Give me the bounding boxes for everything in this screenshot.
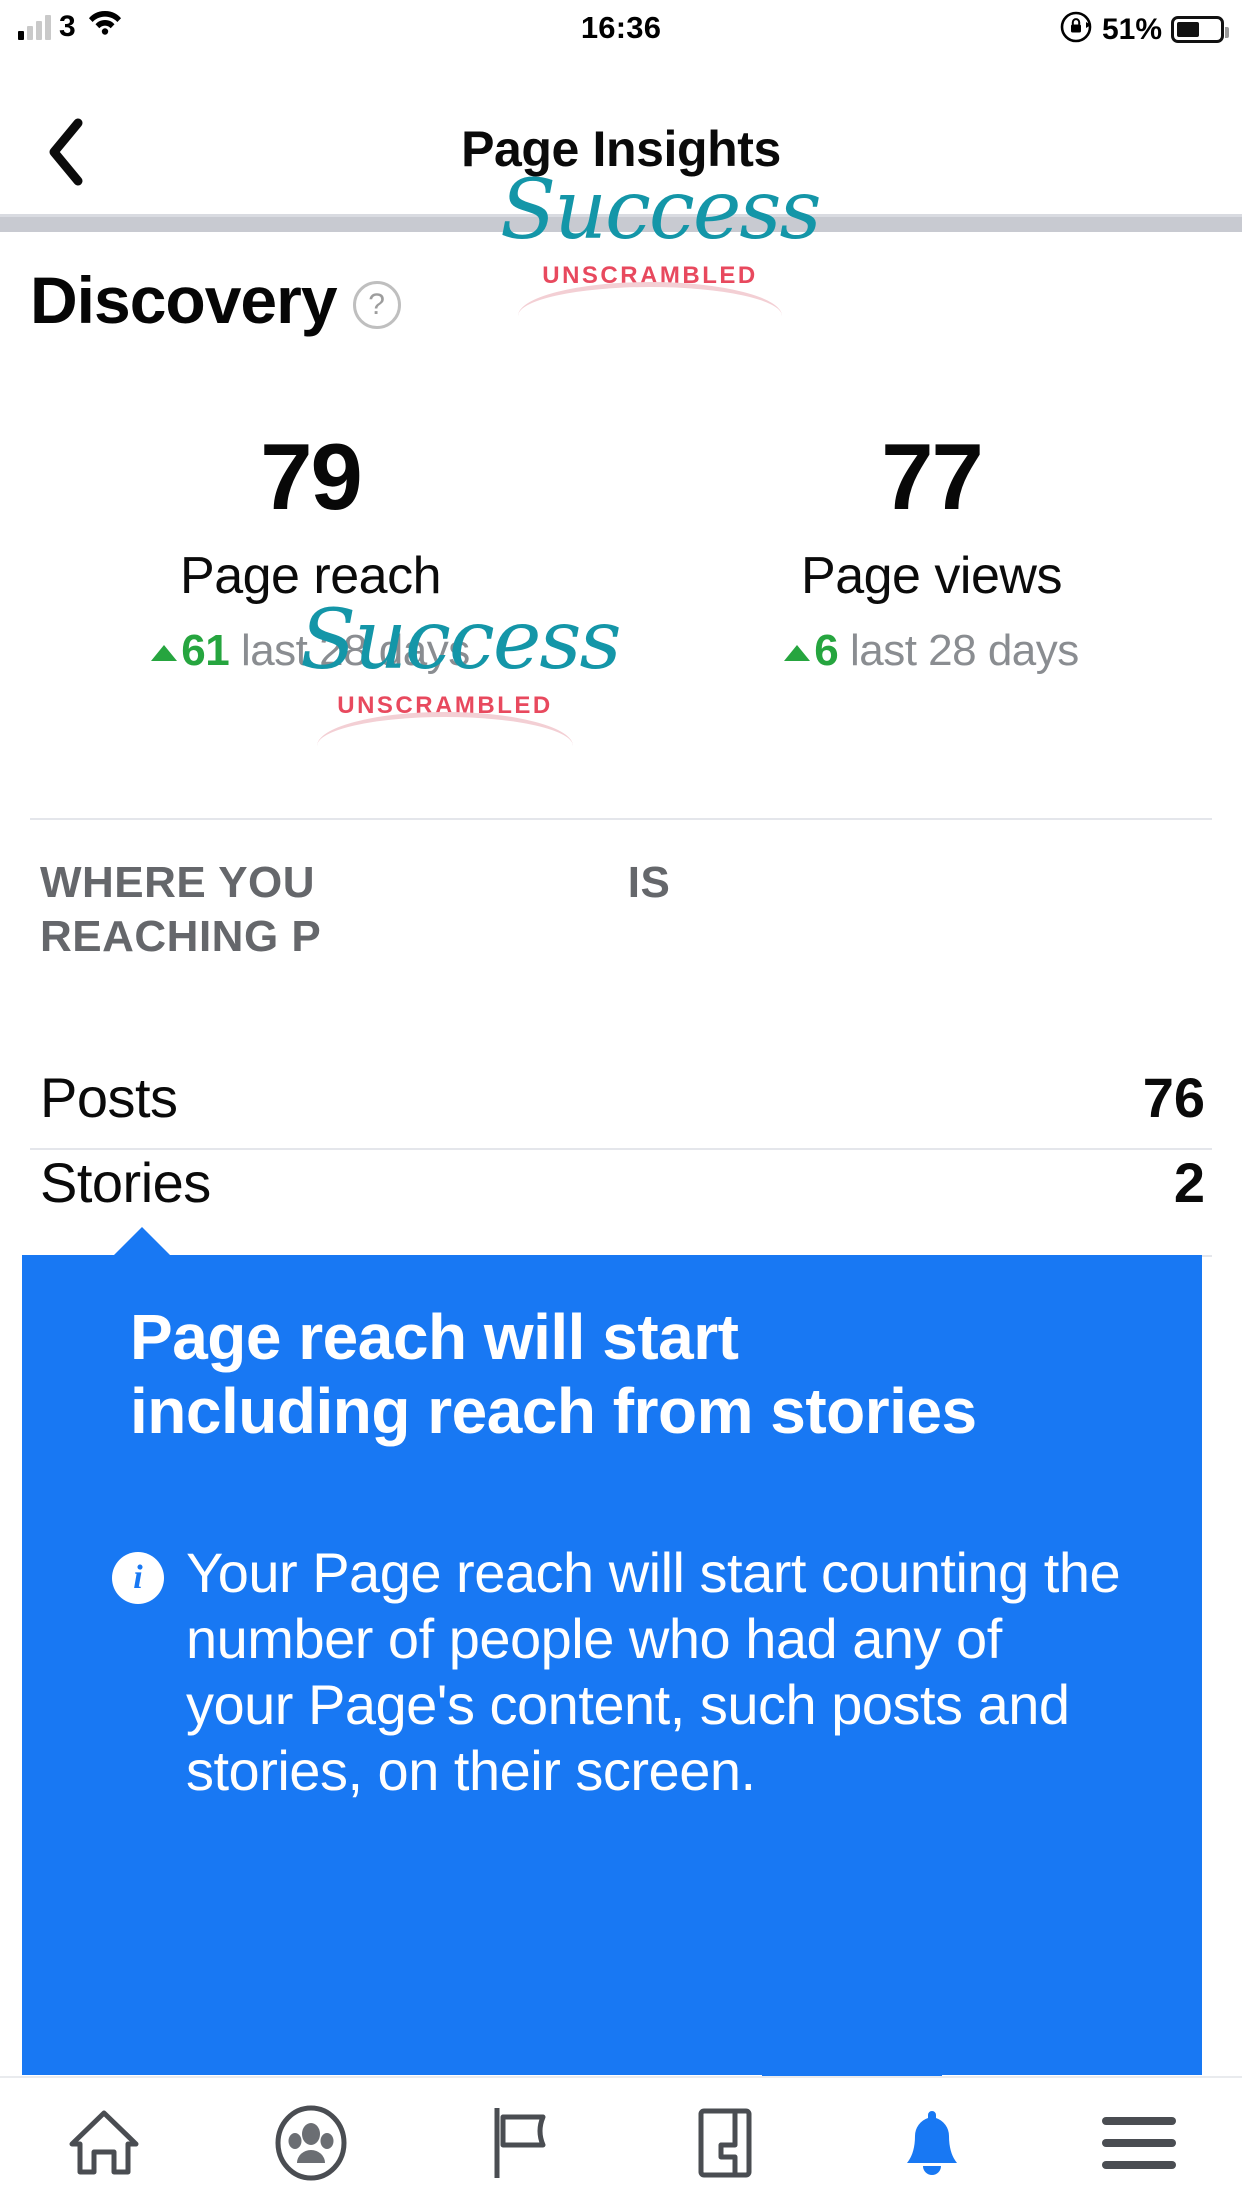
tooltip-body-row: i Your Page reach will start counting th… bbox=[112, 1540, 1122, 1804]
info-icon: i bbox=[112, 1552, 164, 1604]
heading-line1-end: IS bbox=[627, 858, 671, 907]
page-title: Page Insights bbox=[461, 121, 781, 177]
row-value: 2 bbox=[1173, 1151, 1205, 1214]
stat-page-views[interactable]: 77 Page views 6 last 28 days bbox=[621, 430, 1242, 676]
status-bar: 3 16:36 51% bbox=[0, 0, 1242, 62]
brand-logo-subtitle: UNSCRAMBLED bbox=[542, 262, 758, 289]
bell-icon bbox=[906, 2111, 957, 2175]
stat-delta-value: 6 bbox=[814, 626, 839, 675]
stat-label: Page reach bbox=[180, 547, 441, 605]
groups-icon bbox=[275, 2105, 346, 2181]
hamburger-icon bbox=[1101, 2117, 1176, 2169]
nav-item-pages[interactable] bbox=[414, 2078, 621, 2208]
table-row[interactable]: Posts 76 bbox=[40, 1065, 1205, 1130]
status-bar-clock: 16:36 bbox=[580, 10, 662, 45]
stat-delta: 6 last 28 days bbox=[621, 626, 1242, 676]
brand-logo-swoosh bbox=[317, 712, 573, 746]
nav-header: Page Insights bbox=[0, 62, 1242, 214]
discovery-stats: 79 Page reach 61 last 28 days 77 Page vi… bbox=[0, 430, 1242, 676]
stat-delta-value: 61 bbox=[181, 626, 230, 675]
section-divider-band bbox=[0, 214, 1242, 232]
home-icon bbox=[69, 2110, 138, 2175]
nav-item-home[interactable] bbox=[0, 2078, 207, 2208]
row-value: 76 bbox=[1142, 1066, 1205, 1129]
discovery-title: Discovery bbox=[30, 263, 338, 337]
status-bar-right: 51% bbox=[1059, 10, 1229, 49]
heading-line2: REACHING P bbox=[40, 911, 322, 961]
table-row[interactable]: Stories 2 bbox=[40, 1150, 1205, 1215]
flag-icon bbox=[494, 2108, 545, 2178]
nav-item-marketplace[interactable] bbox=[621, 2078, 828, 2208]
stat-delta: 61 last 28 days bbox=[0, 626, 621, 676]
battery-percent: 51% bbox=[1101, 12, 1162, 46]
stat-delta-period: last 28 days bbox=[240, 626, 470, 675]
help-icon[interactable]: ? bbox=[352, 281, 401, 329]
brand-logo-subtitle: UNSCRAMBLED bbox=[337, 692, 553, 719]
divider bbox=[30, 818, 1212, 820]
bottom-nav bbox=[0, 2076, 1242, 2208]
heading-line1-start: WHERE YOU bbox=[40, 858, 316, 907]
stat-label: Page views bbox=[801, 547, 1062, 605]
rotation-lock-icon bbox=[1059, 10, 1093, 49]
stat-value: 79 bbox=[260, 424, 363, 529]
discovery-header: Discovery ? bbox=[30, 262, 401, 338]
tooltip-arrow bbox=[112, 1227, 172, 1257]
nav-item-notifications[interactable] bbox=[828, 2078, 1035, 2208]
brand-logo-swoosh bbox=[518, 282, 782, 316]
nav-item-menu[interactable] bbox=[1035, 2078, 1242, 2208]
info-tooltip[interactable]: Page reach will start including reach fr… bbox=[22, 1227, 1202, 2089]
stat-value: 77 bbox=[881, 424, 984, 529]
nav-item-groups[interactable] bbox=[207, 2078, 414, 2208]
stat-delta-period: last 28 days bbox=[849, 626, 1079, 675]
tooltip-title: Page reach will start including reach fr… bbox=[130, 1301, 977, 1447]
marketplace-icon bbox=[698, 2108, 751, 2178]
tooltip-body: Your Page reach will start counting the … bbox=[186, 1541, 1121, 1803]
row-label: Stories bbox=[40, 1151, 211, 1214]
row-label: Posts bbox=[40, 1066, 178, 1129]
stat-page-reach[interactable]: 79 Page reach 61 last 28 days bbox=[0, 430, 621, 676]
caret-up-icon bbox=[151, 645, 178, 661]
reaching-section-heading: WHERE YOU IS REACHING P bbox=[40, 856, 1210, 963]
caret-up-icon bbox=[784, 645, 811, 661]
battery-icon bbox=[1171, 16, 1229, 43]
